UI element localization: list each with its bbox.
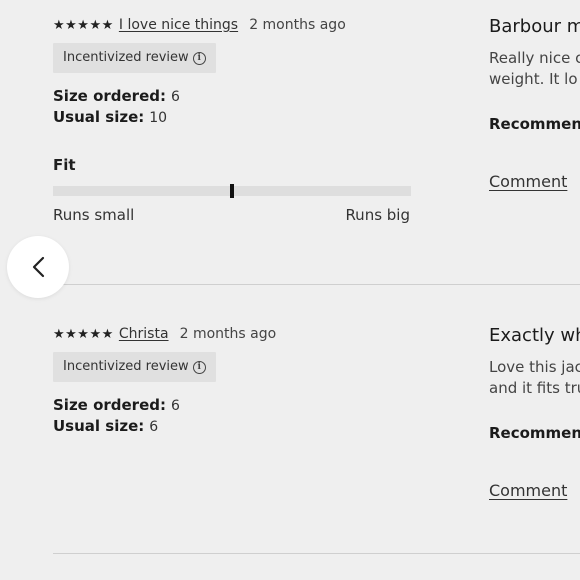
reviewer-name-link[interactable]: I love nice things [119, 17, 238, 33]
review-body-line: Love this jac [489, 358, 580, 376]
fit-low-label: Runs small [53, 206, 135, 224]
usual-size-value: 6 [149, 419, 159, 435]
review-date: 2 months ago [249, 17, 346, 33]
review-body-line: and it fits tru [489, 379, 580, 397]
chevron-left-icon [32, 256, 45, 278]
review-title: Exactly wh [489, 325, 580, 346]
fit-marker [230, 184, 234, 198]
fit-label: Fit [53, 156, 76, 174]
reviewer-name-link[interactable]: Christa [119, 326, 169, 342]
size-ordered-label: Size ordered: [53, 87, 166, 105]
usual-size: Usual size: 6 [53, 416, 158, 435]
star-rating: ★★★★★ [53, 327, 114, 342]
usual-size-label: Usual size: [53, 108, 145, 126]
comment-link[interactable]: Comment [489, 481, 567, 500]
size-ordered-label: Size ordered: [53, 396, 166, 414]
size-ordered-value: 6 [171, 398, 180, 414]
badge-label: Incentivized review [63, 359, 189, 374]
usual-size-value: 10 [149, 110, 168, 126]
size-ordered: Size ordered: 6 [53, 395, 180, 414]
review-body-line: weight. It lo [489, 70, 578, 88]
review-date: 2 months ago [179, 326, 277, 342]
recommend-label: Recommenc [489, 424, 580, 442]
badge-label: Incentivized review [63, 50, 189, 65]
previous-button[interactable] [7, 236, 69, 298]
comment-link[interactable]: Comment [489, 172, 567, 191]
info-icon[interactable]: i [192, 361, 206, 374]
fit-high-label: Runs big [345, 206, 410, 224]
review-title: Barbour m [489, 16, 580, 37]
incentivized-badge: Incentivized review i [53, 43, 216, 73]
size-ordered-value: 6 [171, 89, 180, 105]
review-divider [53, 553, 580, 554]
info-icon[interactable]: i [192, 52, 206, 65]
review-body-line: Really nice c [489, 49, 580, 67]
size-ordered: Size ordered: 6 [53, 86, 180, 105]
star-rating: ★★★★★ [53, 18, 114, 33]
recommend-label: Recommenc [489, 115, 580, 133]
incentivized-badge: Incentivized review i [53, 352, 216, 382]
usual-size: Usual size: 10 [53, 107, 167, 126]
review-divider [53, 284, 580, 285]
usual-size-label: Usual size: [53, 417, 145, 435]
